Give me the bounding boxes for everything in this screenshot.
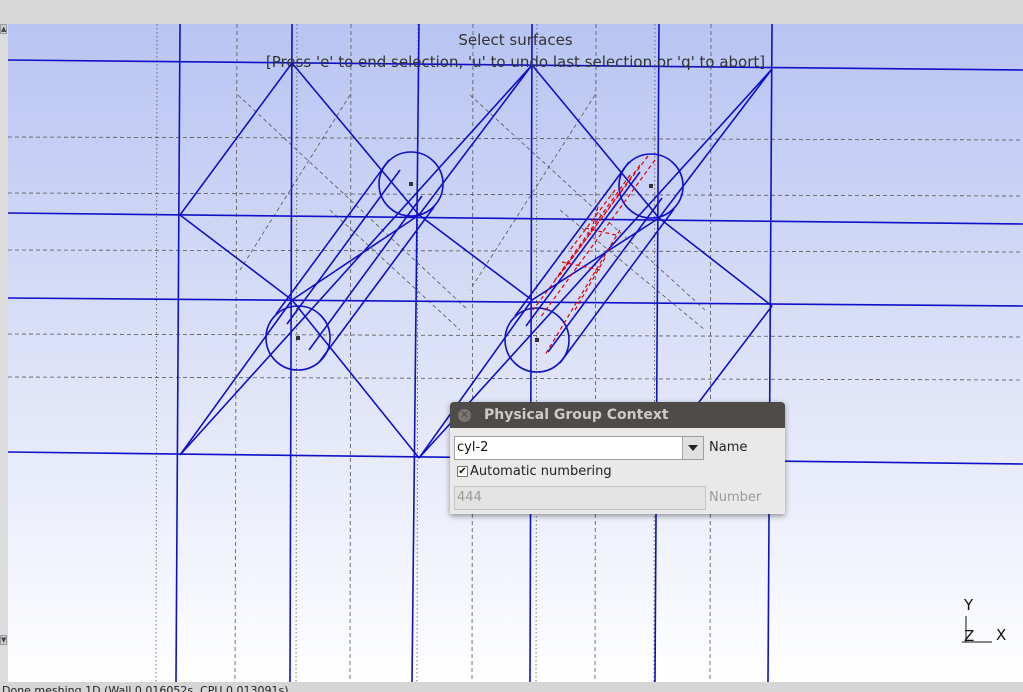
name-combobox[interactable]: cyl-2 (454, 436, 704, 460)
number-label: Number (709, 490, 762, 505)
name-label: Name (709, 440, 748, 455)
graphics-viewport[interactable] (8, 24, 1023, 682)
scroll-down-arrow-icon[interactable]: ▼ (0, 635, 7, 645)
viewport-background (8, 24, 1023, 682)
dropdown-button[interactable] (682, 437, 703, 459)
automatic-numbering-label[interactable]: Automatic numbering (470, 464, 612, 479)
axis-z-label: Z (964, 627, 975, 645)
dialog-titlebar[interactable]: ✕ Physical Group Context (450, 402, 785, 428)
physical-group-dialog: ✕ Physical Group Context cyl-2 Name ✔ Au… (450, 402, 785, 514)
axis-y-label: Y (964, 596, 974, 614)
number-input: 444 (454, 486, 706, 510)
name-input[interactable]: cyl-2 (457, 437, 488, 459)
close-icon[interactable]: ✕ (458, 409, 471, 422)
chevron-down-icon (688, 445, 698, 451)
top-toolbar (0, 0, 1023, 25)
automatic-numbering-checkbox[interactable]: ✔ (457, 466, 468, 477)
selection-prompt-instructions: [Press 'e' to end selection, 'u' to undo… (265, 53, 766, 71)
dialog-title: Physical Group Context (484, 407, 669, 423)
scroll-up-arrow-icon[interactable]: ▲ (0, 24, 7, 34)
axis-x-label: X (996, 626, 1007, 644)
status-bar: Done meshing 1D (Wall 0.016052s, CPU 0.0… (0, 682, 1023, 692)
selection-prompt-title: Select surfaces (458, 31, 573, 49)
